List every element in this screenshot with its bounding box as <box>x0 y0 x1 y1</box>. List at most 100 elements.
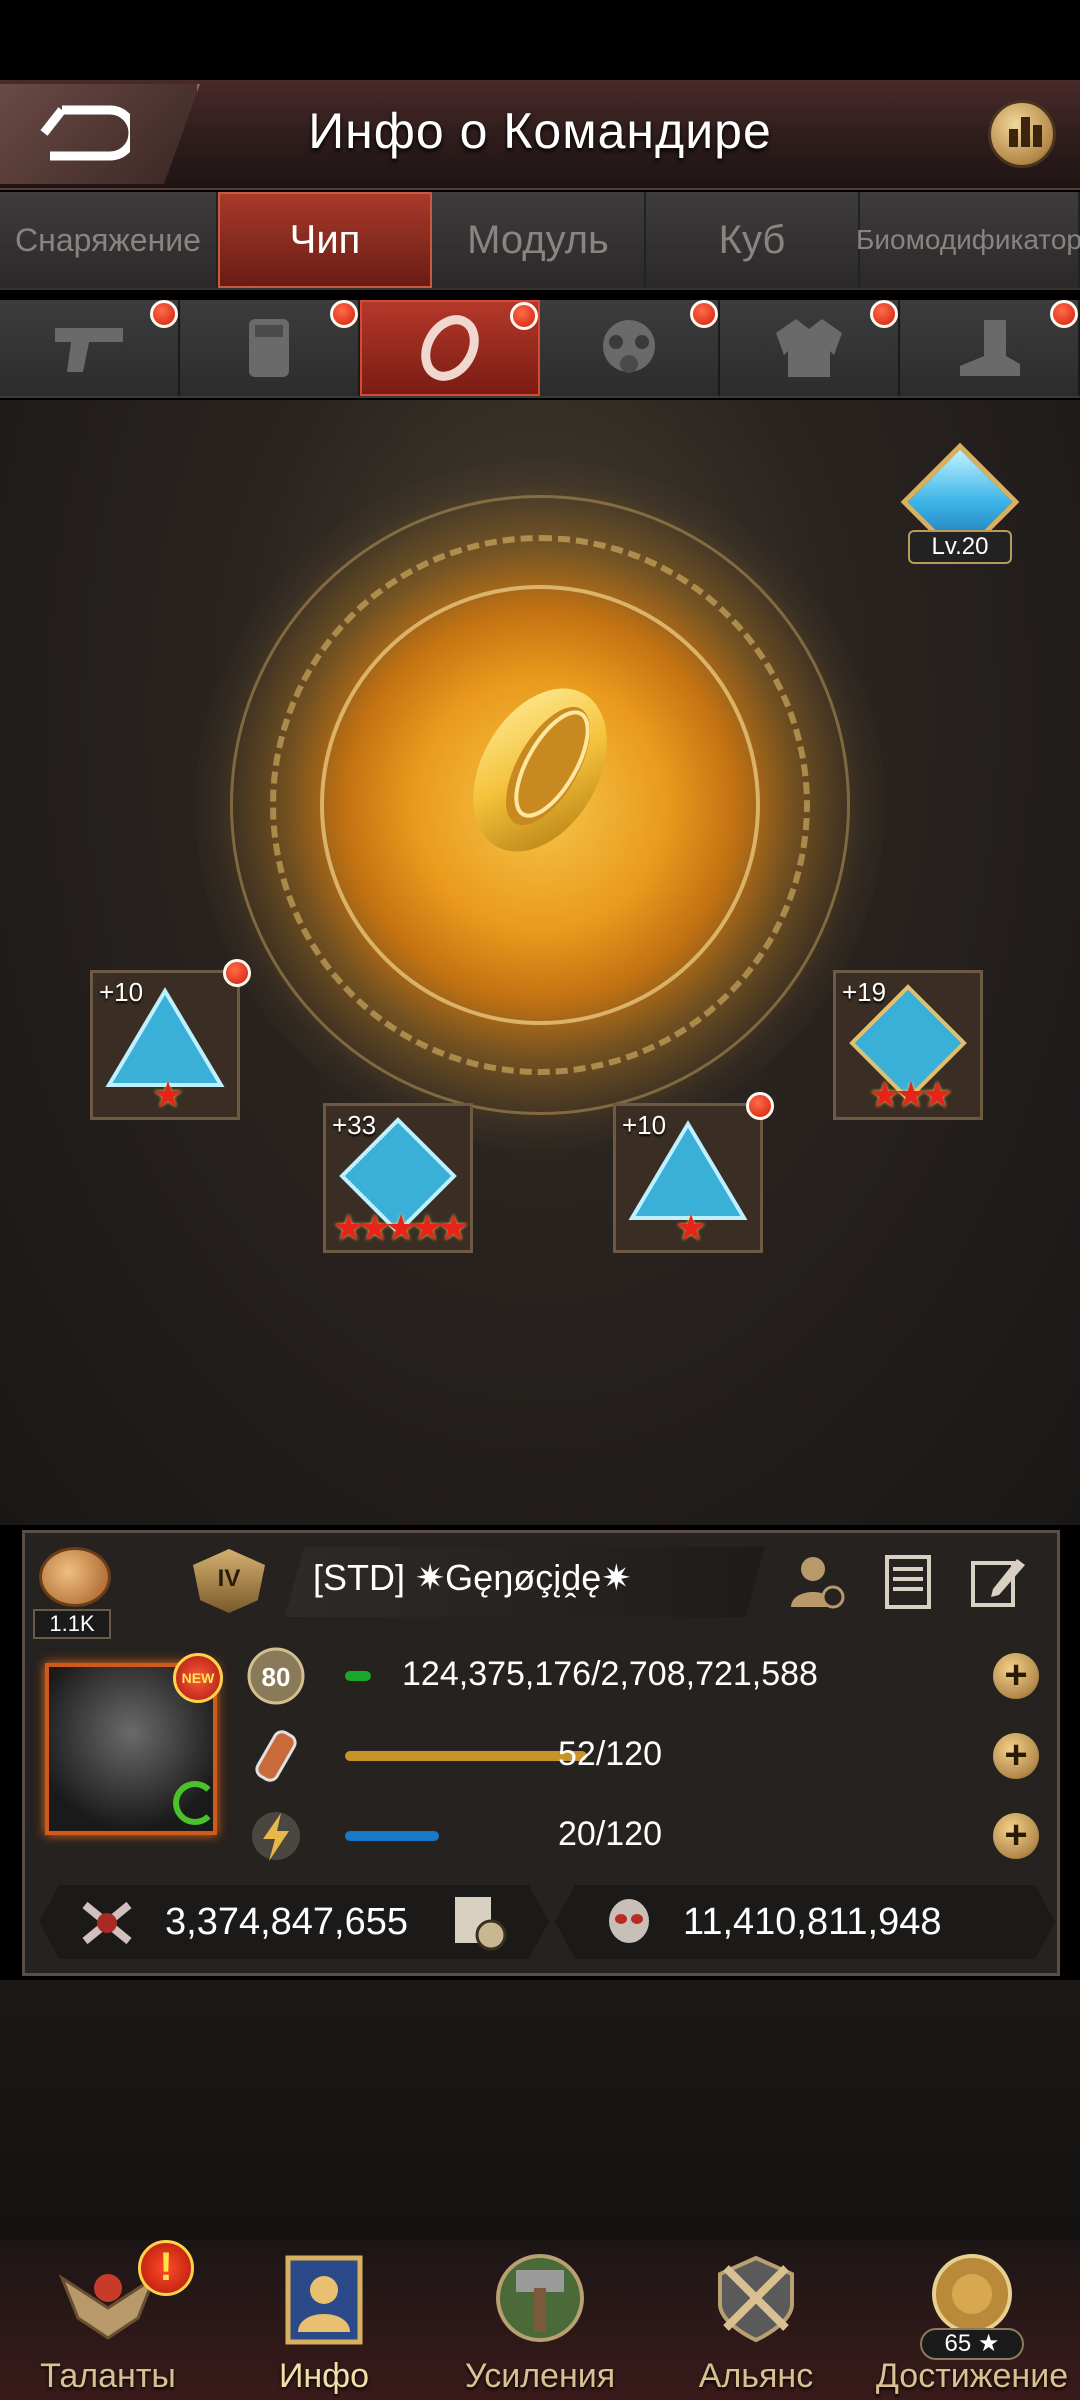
armor-vest-icon <box>249 319 289 377</box>
nav-label: Альянс <box>698 2357 814 2395</box>
gem-level-badge[interactable]: Lv.20 <box>900 442 1020 570</box>
nav-label: Усиления <box>464 2357 616 2395</box>
tab-chip[interactable]: Чип <box>218 192 432 288</box>
nav-label: Инфо <box>278 2357 370 2395</box>
new-badge: NEW <box>173 1653 223 1703</box>
player-header-row: 1.1K IV [STD] ✷Gęŋøçįḓę✷ <box>25 1533 1057 1639</box>
exp-row: 80 124,375,176/2,708,721,588 + <box>245 1641 1045 1711</box>
header: Инфо о Командире <box>0 80 1080 190</box>
kills-stat[interactable]: 11,410,811,948 <box>555 1885 1055 1959</box>
tab-biomodifier[interactable]: Биомодификатор <box>856 192 1080 288</box>
boot-icon <box>960 320 1020 376</box>
player-level: 80 <box>262 1662 291 1692</box>
stamina-row: 52/120 + <box>245 1721 1045 1791</box>
golden-ring-icon[interactable] <box>440 670 640 870</box>
nav-label: Достижение <box>875 2357 1069 2395</box>
bar-chart-icon-bar <box>1021 117 1030 147</box>
commander-avatar[interactable]: NEW <box>45 1653 223 1835</box>
level-badge-icon: 80 <box>247 1647 305 1705</box>
stamina-value: 52/120 <box>558 1735 662 1773</box>
alert-dot <box>870 300 898 328</box>
bottom-nav: ! Таланты Инфо Усиления Альянс 65 ★ Дост… <box>0 2240 1080 2400</box>
chip-enhance-level: +10 <box>99 977 144 1007</box>
page-title: Инфо о Командире <box>308 103 772 159</box>
chip-slot-2[interactable]: +33 ★★★★★ <box>323 1103 473 1253</box>
chip-slot-3[interactable]: +10 ★ <box>613 1092 774 1253</box>
alert-dot <box>223 959 251 987</box>
nav-upgrades[interactable]: Усиления <box>432 2240 648 2400</box>
gem-level: Lv.20 <box>908 530 1012 564</box>
stats-chart-button[interactable] <box>988 100 1056 168</box>
status-bar <box>0 0 1080 80</box>
energy-row: 20/120 + <box>245 1801 1045 1871</box>
chip-stage: Lv.20 +10 ★ +33 ★★★★★ +10 ★ +19 ★★★ <box>0 400 1080 1525</box>
nav-talents[interactable]: ! Таланты <box>0 2240 216 2400</box>
chip-enhance-level: +33 <box>332 1110 377 1140</box>
achievement-count: 65 ★ <box>920 2328 1024 2360</box>
alert-dot <box>150 300 178 328</box>
chip-stars: ★★★★★ <box>332 1207 469 1248</box>
alert-dot <box>746 1092 774 1120</box>
info-icon <box>285 2255 363 2345</box>
slot-mask[interactable] <box>540 300 720 396</box>
slot-armor[interactable] <box>180 300 360 396</box>
profile-settings-icon[interactable] <box>787 1551 849 1611</box>
chip-stars: ★ <box>674 1207 707 1248</box>
add-stamina-button[interactable]: + <box>993 1733 1039 1779</box>
thumbs-up-icon[interactable] <box>39 1547 111 1607</box>
chip-enhance-level: +10 <box>622 1110 667 1140</box>
edit-icon[interactable] <box>967 1551 1029 1611</box>
gas-mask-icon <box>603 320 655 373</box>
category-tabs: Снаряжение Чип Модуль Куб Биомодификатор <box>0 192 1080 290</box>
chip-enhance-level: +19 <box>842 977 887 1007</box>
pistol-icon <box>55 328 123 372</box>
bar-chart-icon-bar <box>1033 125 1042 147</box>
likes-count: 1.1K <box>33 1609 111 1639</box>
alliance-swords-icon <box>718 2255 794 2343</box>
slot-ring[interactable] <box>360 300 540 396</box>
stamina-vial-icon <box>255 1730 297 1782</box>
slot-weapon[interactable] <box>0 300 180 396</box>
add-energy-button[interactable]: + <box>993 1813 1039 1859</box>
enemy-skull-icon <box>609 1899 649 1943</box>
talents-alert-badge: ! <box>138 2240 194 2296</box>
hammer-icon <box>496 2254 584 2342</box>
alert-dot <box>330 300 358 328</box>
tab-equipment[interactable]: Снаряжение <box>0 192 218 288</box>
nav-alliance[interactable]: Альянс <box>648 2240 864 2400</box>
commander-info-panel: 1.1K IV [STD] ✷Gęŋøçįḓę✷ NEW 80 124,375,… <box>22 1530 1060 1976</box>
tab-cube[interactable]: Куб <box>646 192 860 288</box>
add-exp-button[interactable]: + <box>993 1653 1039 1699</box>
player-name: [STD] ✷Gęŋøçįḓę✷ <box>313 1557 632 1598</box>
crossed-guns-icon <box>82 1901 132 1945</box>
jacket-icon <box>776 319 842 377</box>
chip-slot-1[interactable]: +10 ★ <box>90 959 251 1120</box>
power-stat[interactable]: 3,374,847,655 <box>39 1885 549 1959</box>
nav-label: Таланты <box>40 2357 176 2395</box>
kills-value: 11,410,811,948 <box>683 1901 942 1943</box>
rank-label: IV <box>217 1565 241 1592</box>
alert-dot <box>510 302 538 330</box>
slot-boots[interactable] <box>900 300 1080 396</box>
refresh-icon[interactable] <box>173 1781 217 1825</box>
ring-icon <box>421 315 479 381</box>
alert-dot <box>690 300 718 328</box>
alert-dot <box>1050 300 1078 328</box>
records-list-icon[interactable] <box>877 1551 939 1611</box>
energy-value: 20/120 <box>558 1815 662 1853</box>
report-clock-icon <box>455 1897 507 1951</box>
chip-stars: ★ <box>151 1074 184 1115</box>
gear-slot-bar <box>0 300 1080 398</box>
nav-info[interactable]: Инфо <box>216 2240 432 2400</box>
rank-badge-icon[interactable]: IV <box>193 1549 265 1613</box>
tab-module[interactable]: Модуль <box>432 192 646 288</box>
power-value: 3,374,847,655 <box>165 1901 409 1943</box>
chip-slot-4[interactable]: +19 ★★★ <box>833 970 983 1120</box>
slot-jacket[interactable] <box>720 300 900 396</box>
bar-chart-icon <box>1009 129 1018 147</box>
chip-stars: ★★★ <box>868 1074 954 1115</box>
exp-value: 124,375,176/2,708,721,588 <box>402 1655 818 1693</box>
energy-bolt-icon <box>252 1812 300 1861</box>
nav-achievement[interactable]: 65 ★ Достижение <box>864 2240 1080 2400</box>
empty-area <box>0 1980 1080 2240</box>
